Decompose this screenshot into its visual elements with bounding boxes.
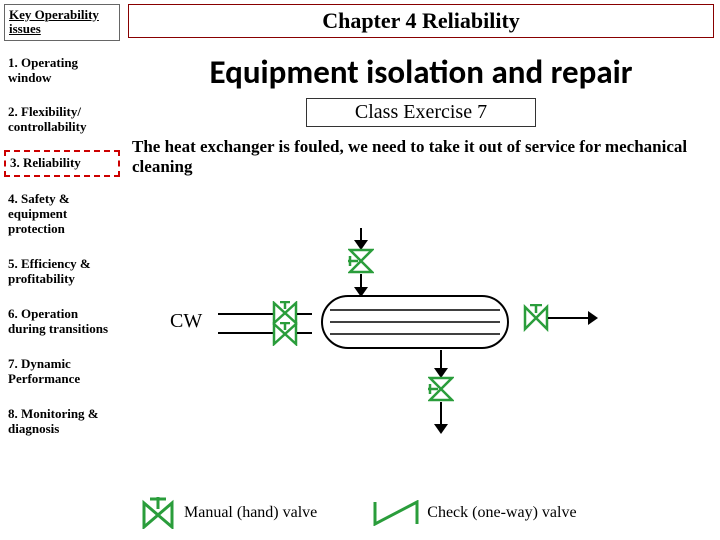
cw-label: CW [170,310,202,333]
sidebar-item-4: 5. Efficiency & profitability [4,252,120,292]
check-valve-icon [373,500,419,526]
sidebar-header: Key Operability issues [4,4,120,41]
sidebar-item-3: 4. Safety & equipment protection [4,187,120,242]
legend-manual-valve-label: Manual (hand) valve [184,504,317,522]
sidebar-item-0: 1. Operating window [4,51,120,91]
body-text: The heat exchanger is fouled, we need to… [132,137,708,178]
sidebar: Key Operability issues 1. Operating wind… [4,4,120,442]
sidebar-item-5: 6. Operation during transitions [4,302,120,342]
arrow-down-icon [434,424,448,434]
manual-valve-icon [522,304,550,332]
class-exercise-subtitle: Class Exercise 7 [306,98,536,127]
pipe-line [297,332,312,334]
manual-valve-icon [272,322,298,346]
sidebar-item-6: 7. Dynamic Performance [4,352,120,392]
pipe-line [218,332,274,334]
chapter-title: Chapter 4 Reliability [128,4,714,38]
manual-valve-icon [428,376,454,402]
sidebar-item-7: 8. Monitoring & diagnosis [4,402,120,442]
pipe-line [297,313,312,315]
sidebar-item-2: 3. Reliability [4,150,120,177]
manual-valve-icon [140,497,176,529]
main-title: Equipment isolation and repair [128,52,714,92]
legend: Manual (hand) valve Check (one-way) valv… [140,496,712,530]
manual-valve-icon [348,248,374,274]
legend-check-valve-label: Check (one-way) valve [427,504,576,522]
content-area: Chapter 4 Reliability Equipment isolatio… [128,4,714,190]
heat-exchanger-icon [310,294,520,350]
arrow-right-icon [588,311,598,325]
pipe-line [218,313,274,315]
process-diagram: CW [160,228,620,478]
sidebar-item-1: 2. Flexibility/ controllability [4,100,120,140]
pipe-line [548,317,592,319]
